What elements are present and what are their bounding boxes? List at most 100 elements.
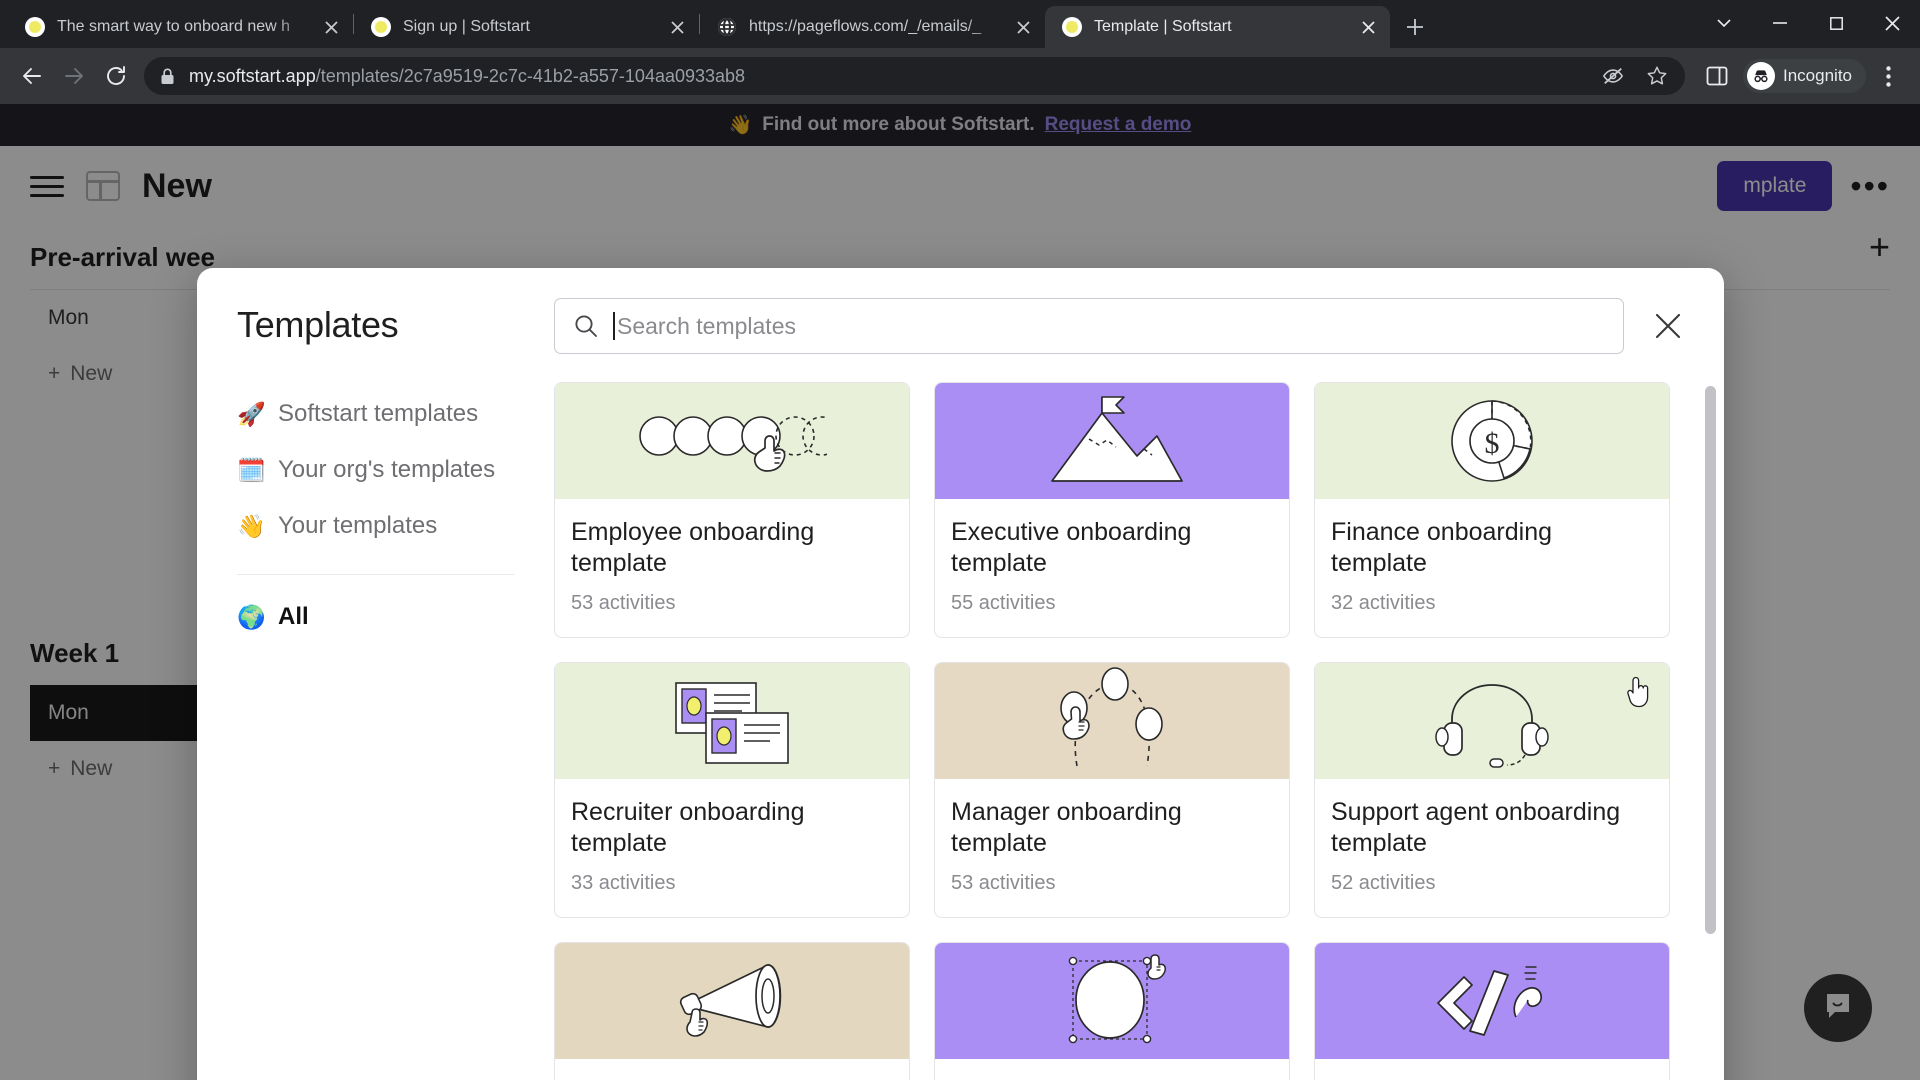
browser-tab-4-active[interactable]: Template | Softstart bbox=[1045, 6, 1390, 48]
page-viewport: 👋 Find out more about Softstart. Request… bbox=[0, 104, 1920, 1080]
browser-window: The smart way to onboard new h Sign up |… bbox=[0, 0, 1920, 1080]
card-activity-count: 55 activities bbox=[951, 592, 1056, 614]
sidebar-item-your-templates[interactable]: 👋 Your templates bbox=[237, 498, 514, 554]
softstart-favicon bbox=[24, 16, 46, 38]
tab-title: https://pageflows.com/_/emails/_ bbox=[749, 18, 982, 35]
wave-hand-icon: 👋 bbox=[237, 512, 266, 539]
template-card-executive[interactable]: Executive onboarding template 55 activit… bbox=[934, 382, 1290, 638]
card-artwork bbox=[555, 663, 909, 779]
sidebar-item-label: Your templates bbox=[278, 512, 438, 539]
modal-scrollbar-thumb[interactable] bbox=[1705, 386, 1716, 934]
back-arrow-icon[interactable] bbox=[12, 56, 52, 96]
omnibox-actions bbox=[1593, 56, 1677, 96]
template-card-manager[interactable]: Manager onboarding template 53 activitie… bbox=[934, 662, 1290, 918]
templates-grid: Employee onboarding template 53 activiti… bbox=[554, 382, 1694, 1080]
url-text: my.softstart.app/templates/2c7a9519-2c7c… bbox=[189, 66, 745, 87]
text-caret bbox=[613, 312, 615, 340]
card-body: Employee onboarding template 53 activiti… bbox=[555, 499, 909, 637]
ellipse-handles-icon bbox=[1068, 954, 1166, 1044]
sidebar-item-label: Your org's templates bbox=[278, 456, 496, 483]
url-path: /templates/2c7a9519-2c7c-41b2-a557-104aa… bbox=[315, 65, 746, 86]
incognito-label: Incognito bbox=[1783, 66, 1852, 85]
tab-close-icon[interactable] bbox=[1356, 15, 1380, 39]
forward-arrow-icon[interactable] bbox=[54, 56, 94, 96]
calendar-icon: 🗓️ bbox=[237, 456, 266, 483]
template-card-digital-marketer[interactable]: Digital marketer onboarding template 51 … bbox=[554, 942, 910, 1080]
globe-icon: 🌍 bbox=[237, 603, 266, 630]
card-activity-count: 53 activities bbox=[571, 592, 676, 614]
side-panel-icon[interactable] bbox=[1697, 56, 1737, 96]
card-title: Finance onboarding template bbox=[1331, 518, 1552, 577]
search-input[interactable]: Search templates bbox=[554, 298, 1624, 354]
template-card-employee[interactable]: Employee onboarding template 53 activiti… bbox=[554, 382, 910, 638]
card-body: Support agent onboarding template 52 act… bbox=[1315, 779, 1669, 917]
templates-grid-wrapper: Employee onboarding template 53 activiti… bbox=[554, 382, 1724, 1080]
card-artwork: $ bbox=[1315, 383, 1669, 499]
profile-cards-icon bbox=[675, 682, 789, 764]
star-icon[interactable] bbox=[1637, 56, 1677, 96]
browser-toolbar: my.softstart.app/templates/2c7a9519-2c7c… bbox=[0, 48, 1920, 104]
svg-text:$: $ bbox=[1485, 427, 1500, 460]
sidebar-item-label: All bbox=[278, 603, 309, 630]
tab-title: Sign up | Softstart bbox=[403, 18, 530, 35]
card-body: Finance onboarding template 32 activitie… bbox=[1315, 499, 1669, 637]
lock-icon bbox=[160, 68, 175, 85]
close-window-icon[interactable] bbox=[1864, 0, 1920, 46]
incognito-avatar-icon bbox=[1747, 62, 1775, 90]
card-artwork bbox=[555, 383, 909, 499]
sidebar-item-label: Softstart templates bbox=[278, 400, 479, 427]
card-artwork bbox=[555, 943, 909, 1059]
sidebar-divider bbox=[237, 574, 514, 575]
card-artwork bbox=[1315, 943, 1669, 1059]
rocket-icon: 🚀 bbox=[237, 400, 266, 427]
template-card-finance[interactable]: $ Finance onboarding template 32 activit… bbox=[1314, 382, 1670, 638]
three-dot-menu-icon[interactable] bbox=[1868, 56, 1908, 96]
new-tab-button[interactable] bbox=[1398, 10, 1432, 44]
tab-close-icon[interactable] bbox=[319, 15, 343, 39]
code-brackets-icon bbox=[1437, 966, 1543, 1036]
reload-icon[interactable] bbox=[96, 56, 136, 96]
card-body: Manager onboarding template 53 activitie… bbox=[935, 779, 1289, 917]
modal-heading: Templates bbox=[237, 304, 399, 345]
tab-strip: The smart way to onboard new h Sign up |… bbox=[0, 0, 1920, 48]
modal-sidebar: Templates 🚀 Softstart templates 🗓️ Your … bbox=[197, 268, 554, 1080]
template-card-support-agent[interactable]: Support agent onboarding template 52 act… bbox=[1314, 662, 1670, 918]
search-placeholder-text: Search templates bbox=[617, 313, 796, 339]
eye-slash-icon[interactable] bbox=[1593, 56, 1633, 96]
sidebar-item-all[interactable]: 🌍 All bbox=[237, 589, 514, 645]
card-body: Designer onboarding template 35 activiti… bbox=[935, 1059, 1289, 1080]
card-title: Employee onboarding template bbox=[571, 518, 815, 577]
template-card-developer[interactable]: Developer onboarding template 41 activit… bbox=[1314, 942, 1670, 1080]
search-tabs-icon[interactable] bbox=[1696, 0, 1752, 46]
megaphone-icon bbox=[679, 964, 782, 1037]
template-card-designer[interactable]: Designer onboarding template 35 activiti… bbox=[934, 942, 1290, 1080]
maximize-icon[interactable] bbox=[1808, 0, 1864, 46]
card-artwork bbox=[935, 663, 1289, 779]
mountain-flag-icon bbox=[1051, 396, 1183, 482]
browser-tab-2[interactable]: Sign up | Softstart bbox=[354, 6, 699, 48]
tab-title: The smart way to onboard new h bbox=[57, 18, 291, 35]
search-row: Search templates bbox=[554, 298, 1724, 354]
close-modal-button[interactable] bbox=[1646, 304, 1690, 348]
search-icon bbox=[573, 313, 599, 339]
sidebar-item-org-templates[interactable]: 🗓️ Your org's templates bbox=[237, 442, 514, 498]
nodes-hand-icon bbox=[1060, 667, 1163, 767]
template-card-recruiter[interactable]: Recruiter onboarding template 33 activit… bbox=[554, 662, 910, 918]
tab-close-icon[interactable] bbox=[1011, 15, 1035, 39]
headset-icon bbox=[1435, 684, 1549, 768]
search-placeholder: Search templates bbox=[613, 312, 796, 340]
sidebar-nav: 🚀 Softstart templates 🗓️ Your org's temp… bbox=[237, 386, 514, 645]
card-activity-count: 52 activities bbox=[1331, 872, 1436, 894]
browser-tab-1[interactable]: The smart way to onboard new h bbox=[8, 6, 353, 48]
minimize-icon[interactable] bbox=[1752, 0, 1808, 46]
modal-main: Search templates Employee onboarding tem… bbox=[554, 268, 1724, 1080]
card-body: Recruiter onboarding template 33 activit… bbox=[555, 779, 909, 917]
card-artwork bbox=[935, 943, 1289, 1059]
browser-tab-3[interactable]: https://pageflows.com/_/emails/_ bbox=[700, 6, 1045, 48]
address-bar[interactable]: my.softstart.app/templates/2c7a9519-2c7c… bbox=[144, 57, 1685, 95]
sidebar-item-softstart-templates[interactable]: 🚀 Softstart templates bbox=[237, 386, 514, 442]
tab-close-icon[interactable] bbox=[665, 15, 689, 39]
url-domain: my.softstart.app bbox=[189, 65, 316, 86]
incognito-profile-button[interactable]: Incognito bbox=[1743, 59, 1866, 93]
card-body: Digital marketer onboarding template 51 … bbox=[555, 1059, 909, 1080]
